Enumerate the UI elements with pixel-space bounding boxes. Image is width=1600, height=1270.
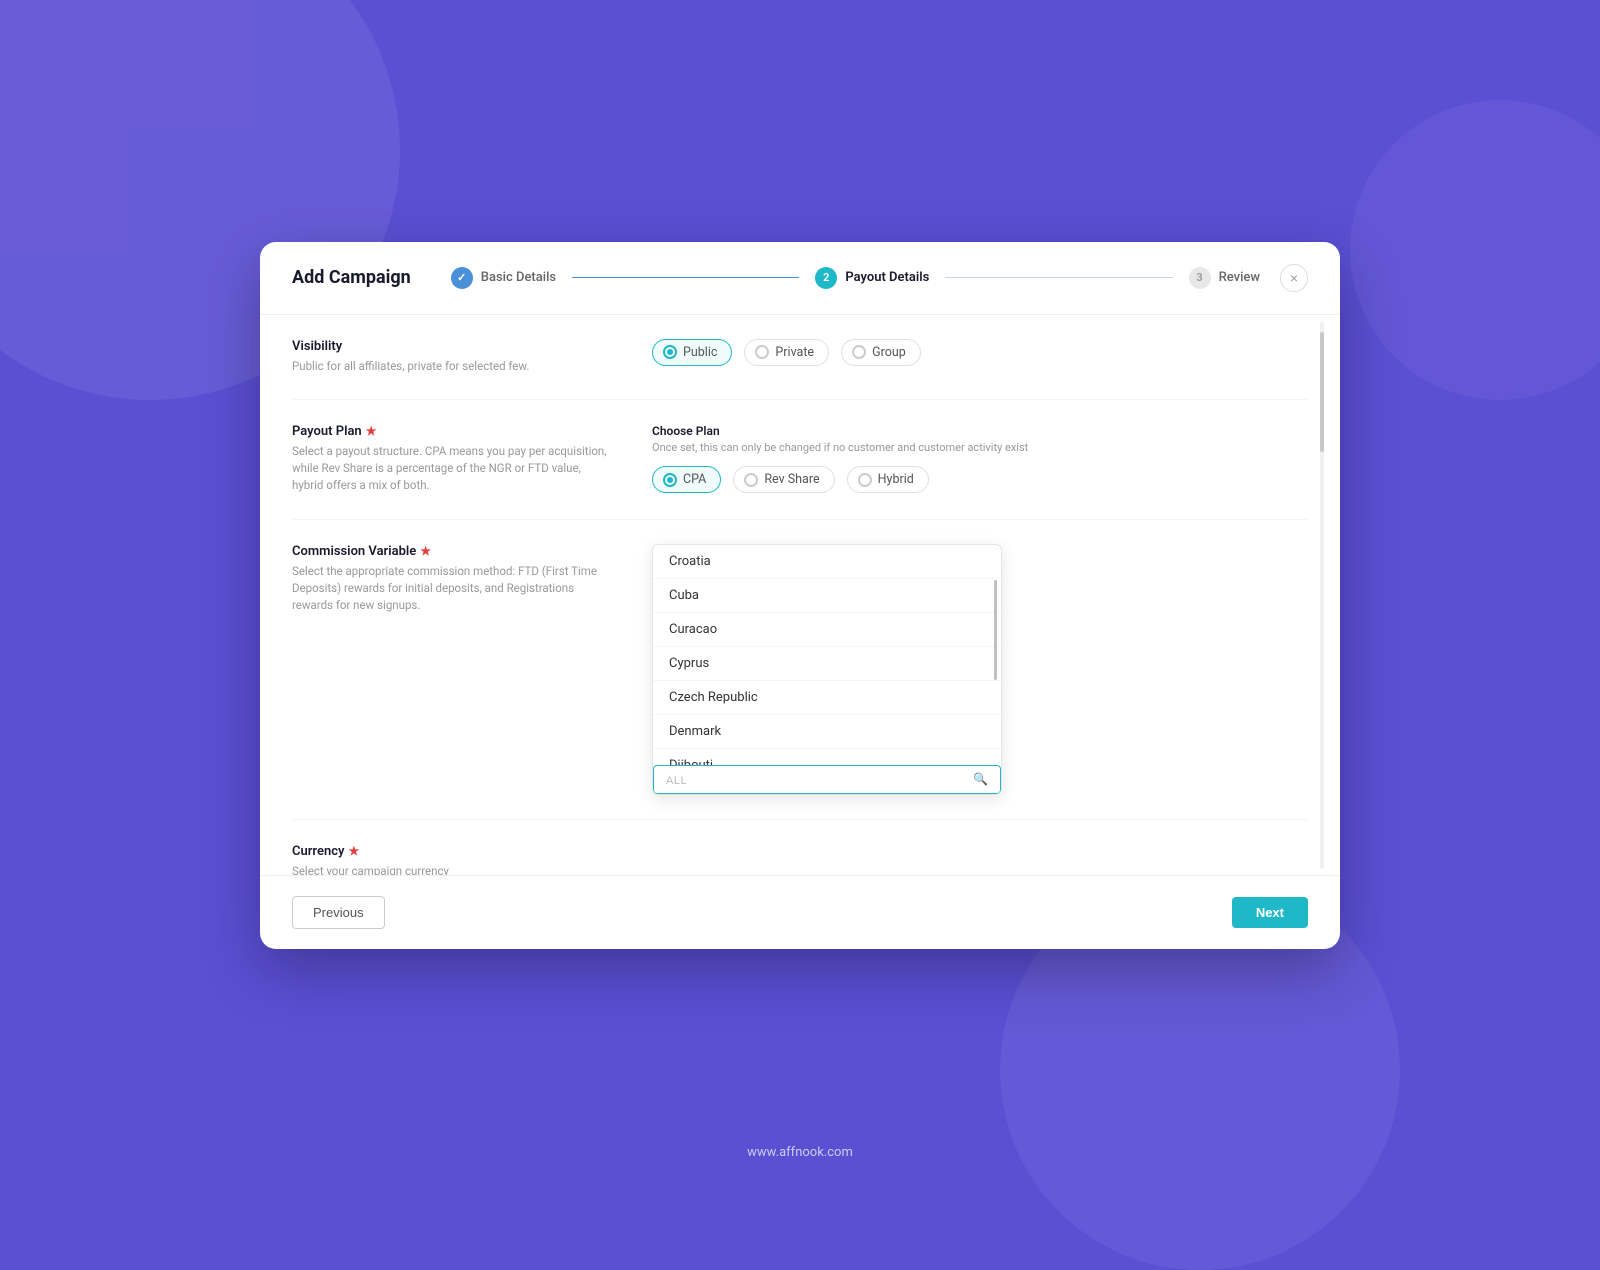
country-item-croatia[interactable]: Croatia <box>653 545 1001 579</box>
step-1-circle: ✓ <box>451 267 473 289</box>
previous-button[interactable]: Previous <box>292 896 385 929</box>
country-item-denmark[interactable]: Denmark <box>653 715 1001 749</box>
currency-field-right <box>652 844 1308 875</box>
payout-plan-radio-group: CPA Rev Share Hybrid <box>652 466 1308 493</box>
step-review: 3 Review <box>1189 267 1260 289</box>
step-payout-details: 2 Payout Details <box>815 267 929 289</box>
visibility-group-dot <box>852 345 866 359</box>
step-2-label: Payout Details <box>845 270 929 285</box>
step-basic-details: ✓ Basic Details <box>451 267 556 289</box>
currency-required: ★ <box>348 844 359 858</box>
step-2-number: 2 <box>823 271 829 284</box>
payout-revshare-label: Rev Share <box>764 472 819 487</box>
visibility-private-option[interactable]: Private <box>744 339 829 366</box>
add-campaign-modal: Add Campaign ✓ Basic Details 2 Payout De… <box>260 242 1340 949</box>
visibility-field-left: Visibility Public for all affiliates, pr… <box>292 339 612 375</box>
coverage-search[interactable]: 🔍 <box>653 765 1001 794</box>
step-3-label: Review <box>1219 270 1260 285</box>
visibility-group-option[interactable]: Group <box>841 339 921 366</box>
visibility-private-label: Private <box>775 345 814 360</box>
bg-decoration-3 <box>1350 100 1600 400</box>
modal-header: Add Campaign ✓ Basic Details 2 Payout De… <box>260 242 1340 315</box>
visibility-public-dot <box>663 345 677 359</box>
country-dropdown-scroll[interactable]: Croatia Cuba Curacao Cyprus Czech Republ… <box>653 545 1001 765</box>
step-1-label: Basic Details <box>481 270 556 285</box>
search-icon: 🔍 <box>973 772 988 786</box>
visibility-public-option[interactable]: Public <box>652 339 732 366</box>
choose-plan-desc: Once set, this can only be changed if no… <box>652 440 1308 457</box>
country-item-djibouti[interactable]: Djibouti <box>653 749 1001 765</box>
modal-scrollbar-thumb <box>1320 332 1324 452</box>
commission-variable-description: Select the appropriate commission method… <box>292 563 612 615</box>
visibility-field-right: Public Private Group <box>652 339 1308 375</box>
modal-footer: Previous Next <box>260 875 1340 949</box>
step-1-icon: ✓ <box>457 271 466 284</box>
website-footer: www.affnook.com <box>747 1145 853 1160</box>
commission-variable-field-right: Croatia Cuba Curacao Cyprus Czech Republ… <box>652 544 1308 795</box>
stepper: ✓ Basic Details 2 Payout Details 3 Revie… <box>451 267 1260 289</box>
visibility-private-dot <box>755 345 769 359</box>
payout-revshare-option[interactable]: Rev Share <box>733 466 834 493</box>
step-line-1 <box>572 277 799 278</box>
country-item-cyprus[interactable]: Cyprus <box>653 647 1001 681</box>
payout-hybrid-option[interactable]: Hybrid <box>847 466 929 493</box>
payout-plan-field-row: Payout Plan ★ Select a payout structure.… <box>292 400 1308 520</box>
currency-field-left: Currency ★ Select your campaign currency <box>292 844 612 875</box>
payout-revshare-dot <box>744 473 758 487</box>
currency-label: Currency ★ <box>292 844 612 859</box>
commission-variable-field-left: Commission Variable ★ Select the appropr… <box>292 544 612 795</box>
payout-hybrid-label: Hybrid <box>878 472 914 487</box>
modal-scrollbar-track <box>1320 322 1324 869</box>
country-dropdown: Croatia Cuba Curacao Cyprus Czech Republ… <box>652 544 1002 795</box>
coverage-search-input[interactable] <box>666 772 973 787</box>
visibility-description: Public for all affiliates, private for s… <box>292 358 612 375</box>
payout-plan-label: Payout Plan ★ <box>292 424 612 439</box>
currency-field-row: Currency ★ Select your campaign currency <box>292 820 1308 875</box>
commission-required: ★ <box>420 544 431 558</box>
step-line-2 <box>945 277 1172 278</box>
payout-hybrid-dot <box>858 473 872 487</box>
commission-variable-label: Commission Variable ★ <box>292 544 612 559</box>
currency-description: Select your campaign currency <box>292 863 612 875</box>
payout-plan-required: ★ <box>366 424 377 438</box>
step-2-circle: 2 <box>815 267 837 289</box>
next-button[interactable]: Next <box>1232 897 1308 928</box>
payout-plan-field-left: Payout Plan ★ Select a payout structure.… <box>292 424 612 495</box>
visibility-public-label: Public <box>683 345 717 360</box>
payout-cpa-dot <box>663 473 677 487</box>
visibility-field-row: Visibility Public for all affiliates, pr… <box>292 315 1308 400</box>
country-item-curacao[interactable]: Curacao <box>653 613 1001 647</box>
payout-plan-field-right: Choose Plan Once set, this can only be c… <box>652 424 1308 495</box>
payout-cpa-label: CPA <box>683 472 706 487</box>
visibility-radio-group: Public Private Group <box>652 339 1308 366</box>
payout-plan-description: Select a payout structure. CPA means you… <box>292 443 612 495</box>
country-item-czech-republic[interactable]: Czech Republic <box>653 681 1001 715</box>
country-item-cuba[interactable]: Cuba <box>653 579 1001 613</box>
visibility-label: Visibility <box>292 339 612 354</box>
modal-title: Add Campaign <box>292 267 411 288</box>
visibility-group-label: Group <box>872 345 906 360</box>
payout-cpa-option[interactable]: CPA <box>652 466 721 493</box>
choose-plan-label: Choose Plan <box>652 424 1308 438</box>
step-3-number: 3 <box>1196 271 1202 284</box>
commission-variable-field-row: Commission Variable ★ Select the appropr… <box>292 520 1308 820</box>
close-button[interactable]: × <box>1280 264 1308 292</box>
dropdown-scrollbar-thumb <box>994 580 997 680</box>
modal-body: Visibility Public for all affiliates, pr… <box>260 315 1340 875</box>
step-3-circle: 3 <box>1189 267 1211 289</box>
